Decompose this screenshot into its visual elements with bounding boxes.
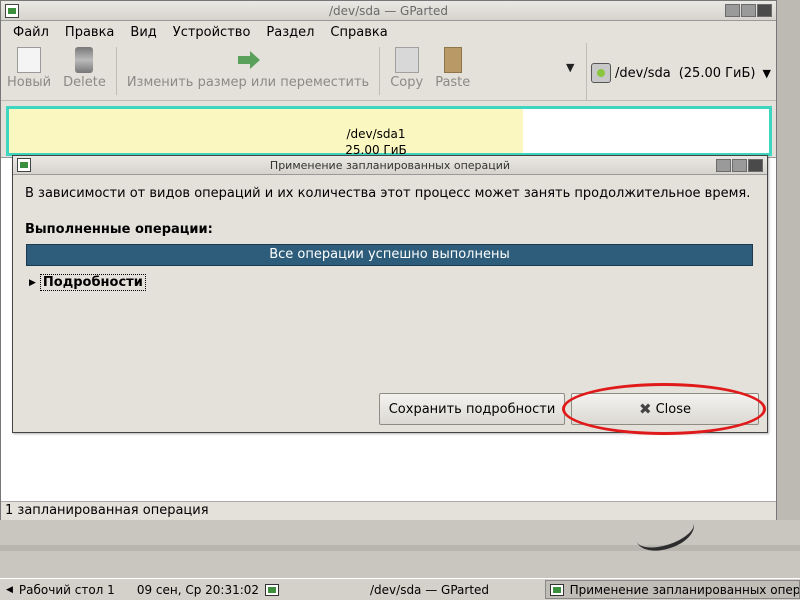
new-button-label: Новый	[7, 75, 52, 90]
close-window-button[interactable]	[757, 4, 772, 17]
task-app-icon	[550, 583, 564, 596]
toolbar-divider	[586, 43, 587, 101]
toolbar-separator	[115, 47, 117, 95]
paste-button-label: Paste	[435, 75, 471, 90]
menu-file[interactable]: Файл	[5, 25, 57, 40]
desktop-streak	[0, 545, 800, 551]
copy-button[interactable]: Copy	[384, 47, 429, 90]
menubar: Файл Правка Вид Устройство Раздел Справк…	[1, 21, 776, 43]
minimize-button[interactable]	[725, 4, 740, 17]
details-label: Подробности	[39, 274, 146, 291]
desktop-switch-arrow-icon[interactable]: ◀	[6, 585, 13, 595]
new-document-icon	[17, 47, 42, 73]
device-size: (25.00 ГиБ)	[678, 65, 756, 81]
new-button[interactable]: Новый	[1, 47, 57, 90]
desktop-name[interactable]: Рабочий стол 1	[19, 583, 115, 597]
paste-icon	[443, 47, 462, 73]
paste-button[interactable]: Paste	[429, 47, 476, 90]
menu-help[interactable]: Справка	[322, 25, 395, 40]
toolbar: Новый Delete Изменить размер или перемес…	[1, 43, 776, 101]
completed-operations-heading: Выполненные операции:	[25, 222, 213, 237]
clock: 09 сен, Ср 20:31:02	[136, 582, 260, 597]
dialog-maximize-button[interactable]	[732, 159, 747, 172]
resize-button-label: Изменить размер или переместить	[126, 75, 370, 90]
hard-disk-icon	[591, 63, 611, 83]
partition-name: /dev/sda1	[346, 127, 406, 141]
copy-button-label: Copy	[390, 75, 424, 90]
maximize-button[interactable]	[741, 4, 756, 17]
dialog-message: В зависимости от видов операций и их кол…	[25, 186, 751, 201]
menu-edit[interactable]: Правка	[57, 25, 122, 40]
task-title: Применение запланированных опера	[569, 582, 799, 597]
device-selector[interactable]: /dev/sda (25.00 ГиБ) ▼	[591, 57, 775, 89]
copy-icon	[394, 47, 419, 73]
toolbar-overflow-arrow-icon[interactable]: ▼	[566, 61, 574, 74]
resize-move-button[interactable]: Изменить размер или переместить	[121, 47, 375, 90]
menu-view[interactable]: Вид	[122, 25, 164, 40]
chevron-down-icon: ▼	[762, 66, 771, 80]
dialog-title: Применение запланированных операций	[269, 158, 511, 172]
delete-button[interactable]: Delete	[57, 47, 112, 90]
gparted-app-icon[interactable]	[265, 583, 280, 596]
taskbar-task-dialog[interactable]: Применение запланированных опера	[545, 580, 800, 599]
main-titlebar[interactable]: /dev/sda — GParted	[1, 1, 776, 21]
partition-map[interactable]: /dev/sda1 25.00 ГиБ	[6, 106, 772, 157]
dialog-minimize-button[interactable]	[716, 159, 731, 172]
main-window-title: /dev/sda — GParted	[328, 3, 449, 18]
operations-progress-bar: Все операции успешно выполнены	[26, 244, 753, 266]
save-details-button[interactable]: Сохранить подробности	[379, 393, 565, 425]
trash-icon	[75, 47, 94, 73]
menu-partition[interactable]: Раздел	[258, 25, 322, 40]
menu-device[interactable]: Устройство	[165, 25, 259, 40]
status-bar: 1 запланированная операция	[1, 501, 776, 520]
device-name: /dev/sda	[615, 65, 671, 81]
taskbar: ◀ Рабочий стол 1 09 сен, Ср 20:31:02 /de…	[0, 578, 800, 600]
dialog-window-controls	[716, 159, 763, 172]
window-controls	[725, 4, 772, 17]
toolbar-separator	[379, 47, 381, 95]
delete-button-label: Delete	[63, 75, 106, 90]
dialog-titlebar[interactable]: Применение запланированных операций	[13, 156, 767, 175]
expander-arrow-icon: ▶	[29, 277, 36, 288]
resize-arrow-icon	[236, 47, 261, 73]
highlight-ellipse	[562, 383, 766, 435]
taskbar-window-title[interactable]: /dev/sda — GParted	[370, 583, 489, 597]
details-expander[interactable]: ▶ Подробности	[29, 274, 146, 291]
dialog-close-window-button[interactable]	[748, 159, 763, 172]
